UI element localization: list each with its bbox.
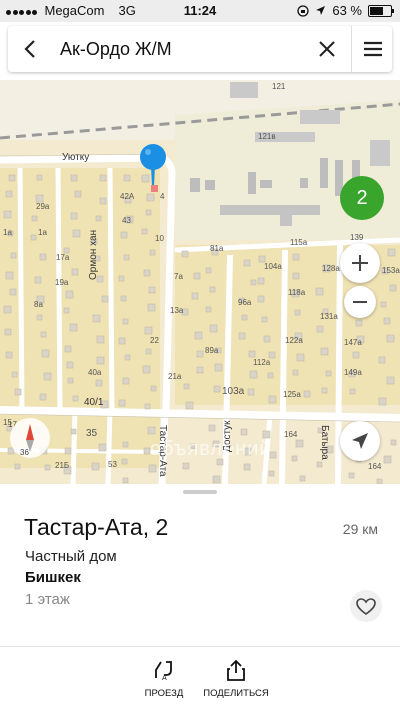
favorite-button[interactable] [350,590,382,622]
share-button[interactable]: ПОДЕЛИТЬСЯ [196,656,276,699]
listing-title: Тастар-Ата, 2 [24,514,169,540]
building-number: 35 [86,428,98,439]
sheet-handle[interactable] [183,490,217,494]
zoom-out-button[interactable] [344,286,376,318]
building-number: 122а [285,336,303,345]
building-number: 164 [284,430,298,439]
battery-icon [368,4,394,17]
building-number: 104а [264,262,282,271]
building-number: 164 [368,462,382,471]
building-number: 40/1 [84,397,104,408]
building-number: 8а [34,300,43,309]
my-location-button[interactable] [340,421,380,461]
compass-label: 36 [20,448,29,457]
route-button[interactable]: А ПРОЕЗД [124,656,204,699]
building-number: 125а [283,390,301,399]
building-number: 147а [344,338,362,347]
search-bar: Ак-Ордо Ж/М [8,26,392,72]
street-label-ormon-khan: Ормон хан [88,229,99,280]
selected-house-marker [151,185,158,192]
building-number: 112а [253,358,271,367]
building-number: 22 [150,336,159,345]
share-label: ПОДЕЛИТЬСЯ [203,688,269,699]
zoom-in-button[interactable] [340,243,380,283]
listing-sheet: Тастар-Ата, 2 29 км Частный дом Бишкек 1… [0,484,400,711]
building-number: 21а [168,372,182,381]
building-number: 81а [210,244,224,253]
building-number: 43 [122,216,131,225]
heart-icon [356,598,376,615]
building-number: 4 [160,192,165,201]
building-number: 1а [38,228,47,237]
building-number: 96а [238,298,252,307]
building-number: 131а [320,312,338,321]
location-pin-icon[interactable] [138,142,168,188]
listing-city: Бишкек [25,569,81,586]
actions-divider [0,646,400,647]
route-label: ПРОЕЗД [144,688,184,699]
street-label-uyutku: Уютку [62,152,90,163]
property-type: Частный дом [25,548,117,565]
building-number: 53 [108,460,117,469]
listing-distance: 29 км [342,521,378,537]
building-number: 21Б [55,461,70,470]
building-number: 17а [56,253,70,262]
building-number: 42А [120,192,135,201]
compass-icon[interactable] [10,418,50,458]
battery-percent: 63 % [332,3,362,18]
street-label-batyra: Батыра [319,425,330,460]
building-number: 128а [322,264,340,273]
building-number: 121в [258,132,276,141]
building-number: 121 [272,82,286,91]
building-number: 89а [205,346,219,355]
cluster-count-marker[interactable]: 2 [340,176,384,220]
building-number: 40а [88,368,102,377]
building-number: 103а [222,386,245,397]
listing-floors: 1 этаж [25,591,70,608]
location-arrow-icon [316,6,326,15]
building-number: 149а [344,368,362,377]
map-view[interactable]: Уютку Ормон хан Тастар-Ата Достук Батыра… [0,80,400,484]
building-number: 13а [170,306,184,315]
building-number: 139 [350,233,364,242]
menu-icon[interactable] [360,36,386,62]
building-number: 19а [55,278,69,287]
building-number: 7а [174,272,183,281]
search-query[interactable]: Ак-Ордо Ж/М [60,39,172,60]
map-watermark: объявлений [150,438,272,460]
building-number: 153а [382,266,400,275]
status-bar: MegaCom 3G 11:24 63 % [0,0,400,22]
building-number: 10 [155,234,164,243]
rotation-lock-icon [297,4,310,17]
svg-text:А: А [162,674,167,682]
share-icon [227,659,245,681]
building-number: 115а [290,238,308,247]
back-arrow-icon[interactable] [18,36,44,62]
clear-icon[interactable] [314,36,340,62]
route-icon: А [155,661,172,682]
building-number: 118а [288,288,306,297]
search-divider [351,26,352,72]
building-number: 1а [3,228,12,237]
building-number: 29а [36,202,50,211]
